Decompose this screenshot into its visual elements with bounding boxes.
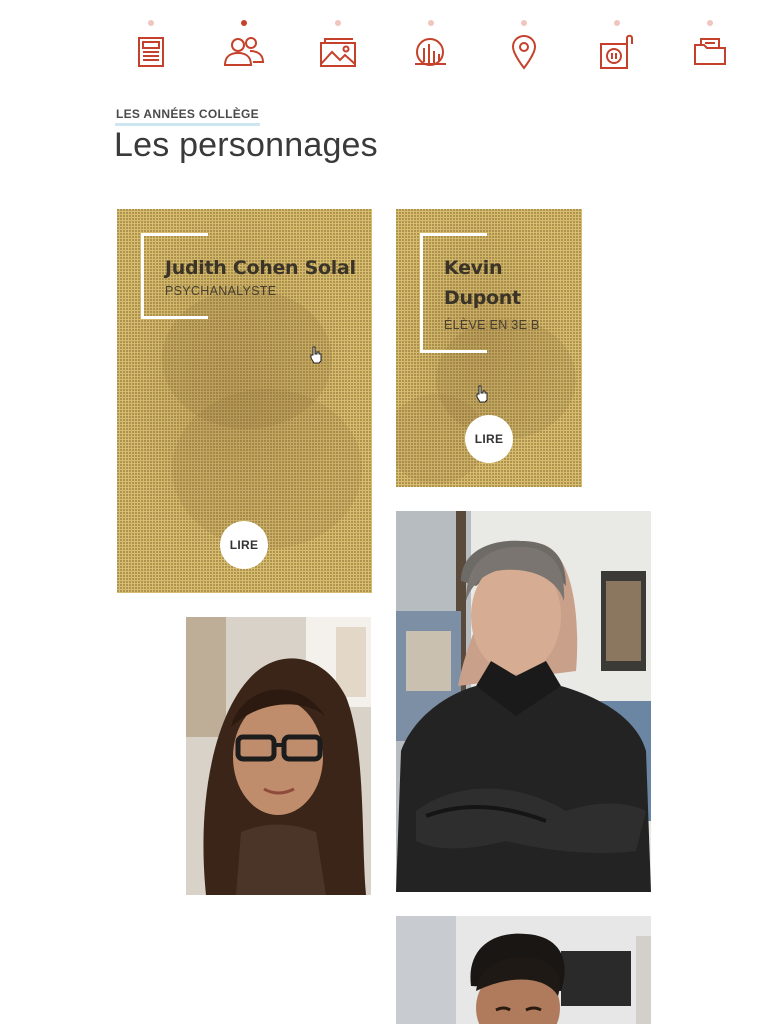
character-name-line1: Kevin	[444, 257, 503, 279]
map-pin-icon	[511, 34, 537, 70]
nav-indicator-dot	[428, 20, 434, 26]
character-name: Judith Cohen Solal	[165, 257, 356, 279]
nav-item-articles[interactable]	[126, 12, 176, 82]
nav-item-data[interactable]	[406, 12, 456, 82]
character-card-kevin[interactable]: Kevin Dupont ÉLÈVE EN 3E B LIRE	[396, 209, 582, 487]
hand-cursor-icon	[310, 346, 322, 364]
nav-item-images[interactable]	[313, 12, 363, 82]
chart-icon	[415, 38, 446, 66]
portrait-image	[396, 511, 651, 892]
folder-icon	[694, 38, 726, 65]
young-man-photo[interactable]	[396, 916, 651, 1024]
nav-item-documents[interactable]	[685, 12, 735, 82]
character-card-judith[interactable]: Judith Cohen Solal PSYCHANALYSTE LIRE	[117, 209, 372, 593]
young-woman-with-glasses-photo[interactable]	[186, 617, 371, 895]
read-button[interactable]: LIRE	[220, 521, 268, 569]
nav-indicator-dot	[707, 20, 713, 26]
nav-indicator-dot	[335, 20, 341, 26]
read-button[interactable]: LIRE	[465, 415, 513, 463]
hand-cursor-icon	[476, 385, 488, 403]
character-name-line2: Dupont	[444, 287, 521, 309]
nav-item-map[interactable]	[499, 12, 549, 82]
portrait-image	[396, 916, 651, 1024]
newspaper-icon	[138, 37, 164, 67]
section-kicker: LES ANNÉES COLLÈGE	[115, 107, 260, 126]
nav-item-personnages[interactable]	[219, 12, 269, 82]
audio-player-icon	[600, 34, 633, 69]
nav-indicator-dot	[148, 20, 154, 26]
portrait-image	[186, 617, 371, 895]
page-title: Les personnages	[114, 126, 378, 164]
man-arms-crossed-photo[interactable]	[396, 511, 651, 892]
nav-indicator-dot	[521, 20, 527, 26]
people-icon	[223, 37, 265, 66]
nav-indicator-dot	[614, 20, 620, 26]
character-role: PSYCHANALYSTE	[165, 284, 277, 298]
images-icon	[320, 38, 356, 67]
nav-item-audio[interactable]	[592, 12, 642, 82]
character-name: Kevin Dupont	[444, 253, 521, 313]
nav-indicator-dot-active	[241, 20, 247, 26]
top-nav	[0, 0, 768, 90]
character-role: ÉLÈVE EN 3E B	[444, 318, 540, 332]
